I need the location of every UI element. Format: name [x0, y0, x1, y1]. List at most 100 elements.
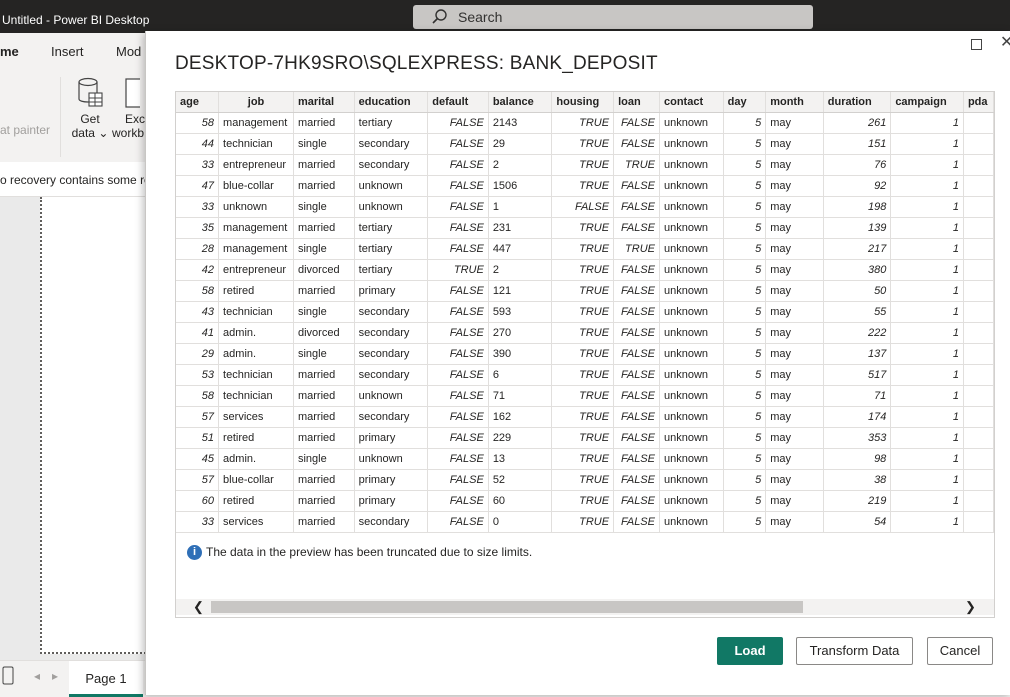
table-row: 57 blue-collar married primary FALSE 52 TRUE FA…: [176, 469, 994, 491]
table-cell: 92: [823, 175, 892, 197]
scroll-right-icon[interactable]: ❯: [965, 599, 976, 615]
table-cell: married: [293, 406, 355, 428]
prev-page-icon[interactable]: ◂: [34, 669, 40, 683]
table-cell: married: [293, 511, 355, 533]
table-cell: 1: [890, 259, 964, 281]
table-cell: 42: [176, 259, 220, 281]
table-cell: 60: [176, 490, 220, 512]
table-cell: [963, 259, 994, 281]
table-row: 45 admin. single unknown FALSE 13 TRUE FALSE unk…: [176, 448, 994, 470]
column-header[interactable]: marital: [293, 92, 355, 113]
table-cell: 5: [723, 217, 767, 239]
table-cell: [963, 448, 994, 470]
table-cell: FALSE: [427, 301, 489, 323]
table-cell: [963, 322, 994, 344]
table-cell: 13: [488, 448, 553, 470]
table-cell: [963, 490, 994, 512]
tab-insert[interactable]: Insert: [51, 44, 84, 59]
report-page[interactable]: [40, 197, 162, 654]
next-page-icon[interactable]: ▸: [52, 669, 58, 683]
table-cell: 71: [823, 385, 892, 407]
table-cell: FALSE: [427, 406, 489, 428]
column-header[interactable]: balance: [488, 92, 553, 113]
format-painter-label[interactable]: at painter: [0, 123, 50, 137]
column-header[interactable]: job: [218, 92, 294, 113]
tab-modeling[interactable]: Mod: [116, 44, 141, 59]
tab-home[interactable]: me: [0, 44, 19, 59]
table-cell: 162: [488, 406, 553, 428]
column-header[interactable]: loan: [613, 92, 660, 113]
table-cell: FALSE: [613, 175, 660, 197]
table-cell: admin.: [218, 322, 294, 344]
table-cell: 43: [176, 301, 220, 323]
recovery-notice-text: o recovery contains some re: [0, 173, 151, 187]
table-cell: single: [293, 238, 355, 260]
table-cell: secondary: [354, 406, 429, 428]
table-cell: may: [765, 238, 824, 260]
column-header[interactable]: default: [427, 92, 489, 113]
table-cell: TRUE: [551, 280, 615, 302]
table-cell: 33: [176, 196, 220, 218]
table-cell: FALSE: [613, 427, 660, 449]
table-cell: technician: [218, 301, 294, 323]
table-cell: retired: [218, 427, 294, 449]
table-cell: 217: [823, 238, 892, 260]
column-header[interactable]: day: [723, 92, 767, 113]
column-header[interactable]: housing: [551, 92, 615, 113]
load-button[interactable]: Load: [717, 637, 783, 665]
table-cell: may: [765, 301, 824, 323]
column-header[interactable]: campaign: [890, 92, 964, 113]
table-cell: 55: [823, 301, 892, 323]
get-data-button[interactable]: Get data ⌄: [70, 77, 110, 140]
table-cell: FALSE: [613, 364, 660, 386]
page-tab-label: Page 1: [85, 671, 127, 686]
table-cell: may: [765, 385, 824, 407]
table-cell: may: [765, 511, 824, 533]
table-cell: technician: [218, 133, 294, 155]
table-cell: FALSE: [613, 196, 660, 218]
column-header[interactable]: contact: [659, 92, 724, 113]
table-cell: 1: [488, 196, 553, 218]
column-header[interactable]: education: [354, 92, 429, 113]
table-cell: FALSE: [427, 490, 489, 512]
table-cell: 1: [890, 385, 964, 407]
table-cell: 1: [890, 154, 964, 176]
search-box[interactable]: Search: [413, 5, 813, 29]
column-header[interactable]: age: [176, 92, 220, 113]
table-cell: 1: [890, 112, 964, 134]
table-cell: married: [293, 364, 355, 386]
table-cell: may: [765, 406, 824, 428]
mobile-layout-icon[interactable]: [2, 666, 14, 686]
table-cell: unknown: [659, 238, 724, 260]
table-cell: [963, 343, 994, 365]
title-bar: Untitled - Power BI Desktop Search: [0, 0, 1010, 33]
window-title: Untitled - Power BI Desktop: [2, 13, 150, 27]
table-row: 51 retired married primary FALSE 229 TRUE FALSE…: [176, 427, 994, 449]
transform-data-button[interactable]: Transform Data: [796, 637, 913, 665]
cancel-button[interactable]: Cancel: [927, 637, 993, 665]
table-cell: may: [765, 196, 824, 218]
scroll-left-icon[interactable]: ❮: [193, 599, 204, 615]
scrollbar-thumb[interactable]: [211, 601, 803, 613]
table-cell: 51: [176, 427, 220, 449]
table-cell: [963, 511, 994, 533]
maximize-icon[interactable]: [971, 39, 982, 50]
table-cell: FALSE: [427, 154, 489, 176]
close-icon[interactable]: ✕: [1000, 32, 1010, 52]
excel-label: Exc: [125, 112, 145, 126]
table-cell: 5: [723, 343, 767, 365]
table-cell: unknown: [659, 322, 724, 344]
table-cell: tertiary: [354, 238, 429, 260]
excel-workbook-button[interactable]: Exc workb: [112, 77, 145, 140]
table-cell: TRUE: [551, 238, 615, 260]
page-tab[interactable]: Page 1: [69, 661, 143, 697]
column-header[interactable]: duration: [823, 92, 892, 113]
table-cell: may: [765, 490, 824, 512]
horizontal-scrollbar[interactable]: ❮ ❯: [176, 599, 994, 615]
column-header[interactable]: month: [765, 92, 824, 113]
table-cell: FALSE: [427, 427, 489, 449]
table-cell: TRUE: [551, 364, 615, 386]
table-cell: [963, 280, 994, 302]
column-header[interactable]: pda: [963, 92, 994, 113]
table-cell: unknown: [659, 364, 724, 386]
